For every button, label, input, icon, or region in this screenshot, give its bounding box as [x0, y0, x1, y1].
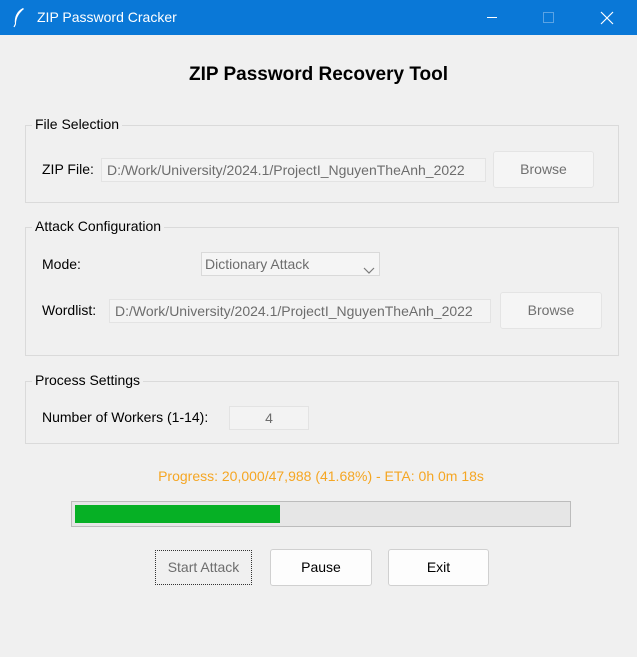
progress-bar	[71, 501, 571, 527]
zip-browse-button[interactable]: Browse	[493, 151, 594, 188]
start-attack-button[interactable]: Start Attack	[155, 550, 252, 585]
file-selection-title: File Selection	[32, 116, 123, 132]
wordlist-label: Wordlist:	[42, 302, 97, 318]
chevron-down-icon[interactable]	[363, 259, 375, 274]
mode-label: Mode:	[42, 256, 81, 272]
maximize-button[interactable]	[520, 0, 576, 35]
exit-button[interactable]: Exit	[388, 549, 489, 586]
pause-button[interactable]: Pause	[270, 549, 372, 586]
zip-file-input[interactable]: D:/Work/University/2024.1/ProjectI_Nguye…	[101, 158, 486, 182]
wordlist-browse-button[interactable]: Browse	[500, 292, 602, 329]
window-title: ZIP Password Cracker	[37, 9, 177, 25]
progress-bar-fill	[75, 505, 280, 523]
close-button[interactable]	[579, 0, 635, 35]
zip-file-label: ZIP File:	[42, 161, 94, 177]
progress-status: Progress: 20,000/47,988 (41.68%) - ETA: …	[158, 468, 484, 484]
workers-input[interactable]: 4	[229, 406, 309, 430]
workers-label: Number of Workers (1-14):	[42, 409, 209, 425]
mode-select[interactable]: Dictionary Attack	[201, 252, 380, 276]
title-bar: ZIP Password Cracker	[0, 0, 637, 35]
process-settings-title: Process Settings	[32, 372, 144, 388]
page-title: ZIP Password Recovery Tool	[188, 64, 449, 85]
attack-config-title: Attack Configuration	[32, 218, 165, 234]
minimize-button[interactable]	[463, 0, 519, 35]
feather-icon	[11, 6, 27, 28]
wordlist-input[interactable]: D:/Work/University/2024.1/ProjectI_Nguye…	[109, 299, 491, 323]
mode-select-value: Dictionary Attack	[205, 256, 310, 272]
